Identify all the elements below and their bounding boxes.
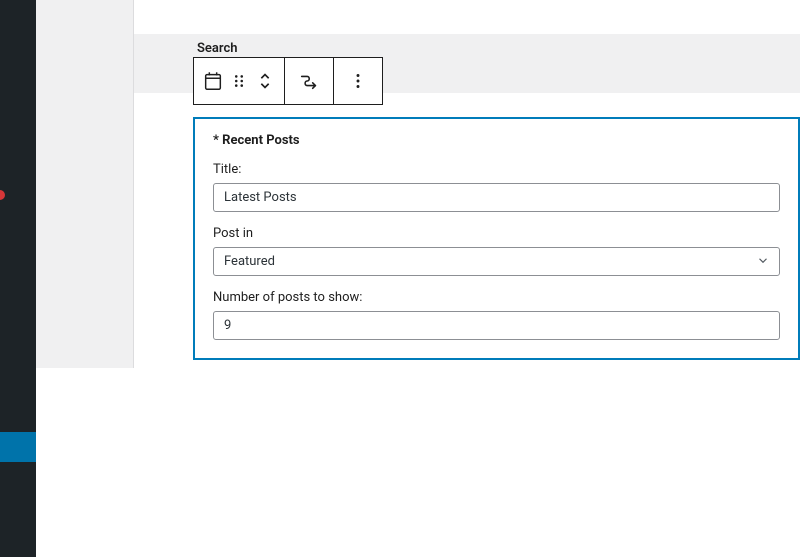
collapse-menu-button[interactable]	[0, 432, 36, 462]
recent-posts-widget-block[interactable]: * Recent Posts Title: Post in Featured N…	[193, 117, 800, 360]
postin-select[interactable]: Featured	[213, 247, 780, 276]
widget-title: * Recent Posts	[213, 133, 780, 148]
drag-handle-icon[interactable]	[226, 58, 252, 104]
numposts-input[interactable]	[213, 311, 780, 340]
left-gray-panel	[36, 0, 134, 368]
main-content: Search	[36, 0, 800, 557]
move-to-widget-area-icon[interactable]	[291, 58, 327, 104]
numposts-label: Number of posts to show:	[213, 290, 780, 305]
notification-dot-icon	[0, 190, 5, 200]
legacy-widget-icon[interactable]	[200, 58, 226, 104]
block-toolbar	[193, 57, 383, 105]
more-options-icon[interactable]	[340, 58, 376, 104]
move-up-down-icon[interactable]	[252, 58, 278, 104]
title-label: Title:	[213, 162, 780, 177]
admin-sidebar	[0, 0, 36, 557]
widget-area-title: Search	[197, 41, 238, 56]
title-input[interactable]	[213, 183, 780, 212]
postin-label: Post in	[213, 226, 780, 241]
